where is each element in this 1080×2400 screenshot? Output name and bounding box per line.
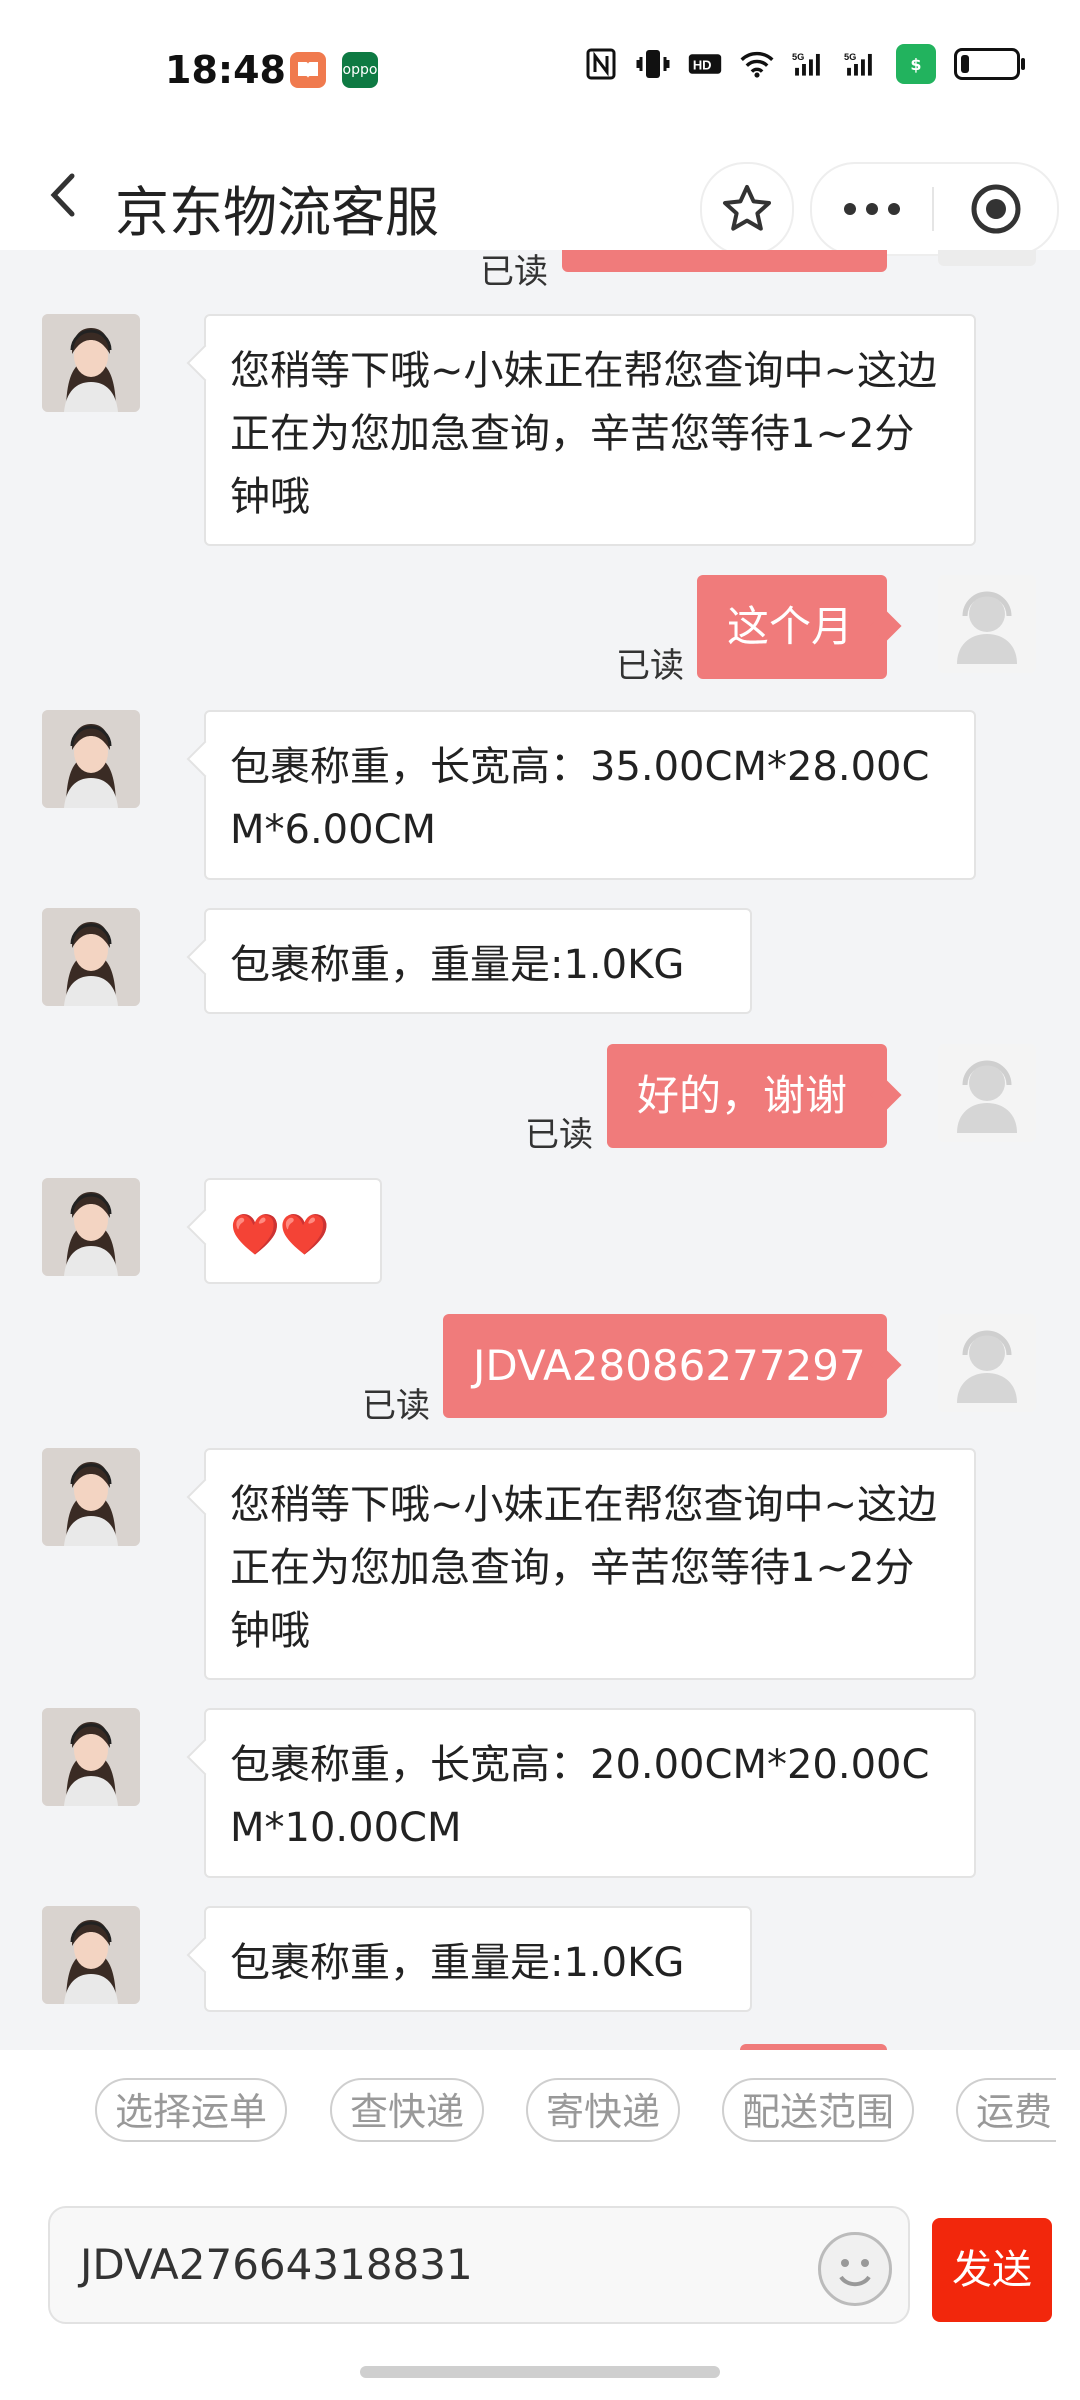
- user-headset-icon: [957, 591, 1017, 664]
- agent-avatar[interactable]: [42, 1906, 140, 2004]
- agent-avatar[interactable]: [42, 1448, 140, 1546]
- avatar-user-partial: [938, 250, 1036, 266]
- user-avatar[interactable]: [938, 1044, 1036, 1142]
- user-headset-icon: [957, 1060, 1017, 1133]
- message-bubble-in: 您稍等下哦~小妹正在帮您查询中~这边正在为您加急查询，辛苦您等待1~2分钟哦: [204, 314, 976, 546]
- books-app-icon: [290, 52, 326, 88]
- agent-avatar[interactable]: [42, 314, 140, 412]
- message-bubble-in: 包裹称重，重量是:1.0KG: [204, 1906, 752, 2012]
- signal-5g-icon: 5G: [792, 47, 826, 81]
- star-icon: [723, 185, 771, 231]
- more-button[interactable]: [812, 164, 932, 254]
- hd-icon: HD: [688, 47, 722, 81]
- oppo-app-icon: oppo: [342, 52, 378, 88]
- vibrate-icon: [636, 47, 670, 81]
- message-bubble-out: 这个月: [697, 575, 887, 679]
- read-label: 已读: [525, 1115, 593, 1155]
- read-label: 已读: [616, 646, 684, 686]
- favorite-button[interactable]: [700, 162, 794, 256]
- quick-reply-chip[interactable]: 配送范围: [722, 2078, 915, 2142]
- close-button[interactable]: [934, 164, 1057, 254]
- agent-avatar[interactable]: [42, 1708, 140, 1806]
- message-bubble-in-hearts: ❤️❤️: [204, 1178, 382, 1284]
- more-dots-icon: [844, 203, 900, 215]
- user-avatar[interactable]: [938, 1314, 1036, 1412]
- battery-level: [961, 55, 969, 73]
- message-input[interactable]: JDVA27664318831: [48, 2206, 910, 2324]
- status-time: 18:48: [165, 48, 286, 92]
- message-bubble-out-partial: [562, 250, 887, 272]
- quick-reply-chip[interactable]: 查快递: [330, 2078, 485, 2142]
- user-avatar[interactable]: [938, 575, 1036, 673]
- home-indicator[interactable]: [360, 2366, 720, 2378]
- status-bar: 18:48 oppo HD 5G 5G $: [0, 0, 1080, 140]
- read-label: 已读: [480, 252, 548, 292]
- smiley-icon[interactable]: [818, 2232, 892, 2306]
- quick-reply-chip[interactable]: 寄快递: [526, 2078, 681, 2142]
- agent-avatar[interactable]: [42, 1178, 140, 1276]
- quick-reply-chip[interactable]: 运费: [956, 2078, 1056, 2142]
- svg-text:5G: 5G: [844, 52, 856, 62]
- battery-icon: [954, 48, 1025, 80]
- nfc-icon: [584, 47, 618, 81]
- send-button[interactable]: 发送: [932, 2218, 1052, 2322]
- svg-text:HD: HD: [693, 58, 712, 73]
- message-bubble-in: 包裹称重，长宽高：20.00CM*20.00CM*10.00CM: [204, 1708, 976, 1878]
- message-bubble-in: 包裹称重，长宽高：35.00CM*28.00CM*6.00CM: [204, 710, 976, 880]
- system-icons: HD 5G 5G $: [584, 44, 1025, 84]
- agent-avatar[interactable]: [42, 908, 140, 1006]
- message-bubble-out: JDVA28086277297: [443, 1314, 887, 1418]
- security-shield-icon: $: [896, 44, 936, 84]
- chat-area[interactable]: 已读 您稍等下哦~小妹正在帮您查询中~这边正在为您加急查询，辛苦您等待1~2分钟…: [0, 250, 1080, 2050]
- read-label: 已读: [362, 1386, 430, 1426]
- quick-reply-chip[interactable]: 选择运单: [95, 2078, 288, 2142]
- message-bubble-out: 好的，谢谢: [607, 1044, 887, 1148]
- agent-avatar[interactable]: [42, 710, 140, 808]
- signal-5g-icon: 5G: [844, 47, 878, 81]
- page-title: 京东物流客服: [115, 181, 439, 244]
- target-circle-icon: [971, 184, 1020, 234]
- message-bubble-in: 包裹称重，重量是:1.0KG: [204, 908, 752, 1014]
- svg-text:5G: 5G: [792, 52, 804, 62]
- wifi-icon: [740, 47, 774, 81]
- chevron-left-icon[interactable]: [40, 170, 90, 220]
- mini-program-capsule: [810, 162, 1059, 256]
- nav-bar: 京东物流客服: [0, 140, 1080, 256]
- message-bubble-in: 您稍等下哦~小妹正在帮您查询中~这边正在为您加急查询，辛苦您等待1~2分钟哦: [204, 1448, 976, 1680]
- user-headset-icon: [957, 1330, 1017, 1403]
